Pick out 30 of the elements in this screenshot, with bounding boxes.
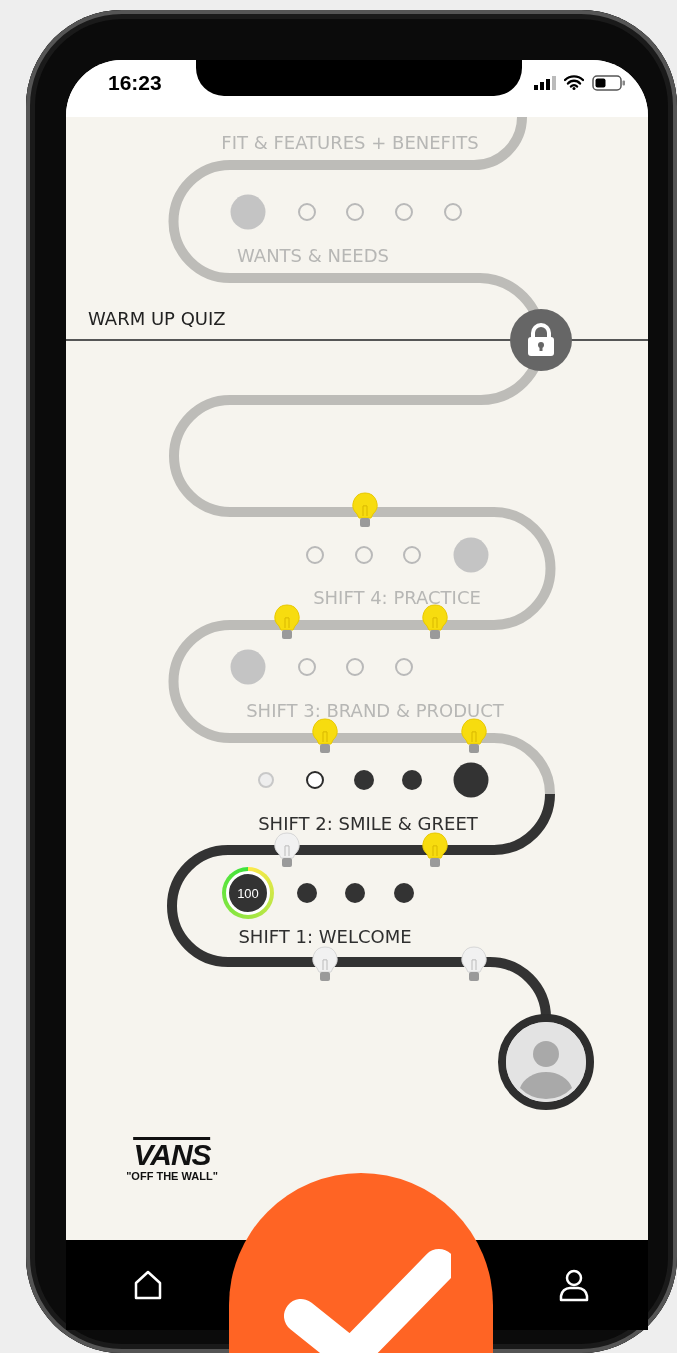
step-dot[interactable] (403, 546, 421, 564)
step-dot[interactable] (297, 883, 317, 903)
level-title[interactable]: SHIFT 2: SMILE & GREET (258, 812, 478, 836)
step-dot[interactable] (346, 203, 364, 221)
step-dot[interactable] (298, 203, 316, 221)
milestone-dot[interactable] (230, 649, 266, 685)
step-dot[interactable] (354, 770, 374, 790)
level-title[interactable]: SHIFT 1: WELCOME (238, 925, 412, 949)
status-time: 16:23 (108, 70, 162, 95)
quiz-label[interactable]: WARM UP QUIZ (88, 307, 226, 331)
step-dot[interactable] (306, 546, 324, 564)
brand-tagline: "OFF THE WALL" (126, 1170, 218, 1182)
step-dot[interactable] (395, 658, 413, 676)
step-dot[interactable] (306, 771, 324, 789)
wifi-icon (564, 75, 584, 90)
signal-icon (534, 75, 556, 90)
brand-logo-text: VANS (133, 1137, 211, 1170)
step-dot[interactable] (298, 658, 316, 676)
step-dot[interactable] (395, 203, 413, 221)
step-dot[interactable] (355, 546, 373, 564)
battery-icon (592, 74, 626, 91)
step-dot[interactable] (444, 203, 462, 221)
step-dot[interactable] (402, 770, 422, 790)
step-dot[interactable] (394, 883, 414, 903)
milestone-dot[interactable] (453, 537, 489, 573)
step-dot[interactable] (345, 883, 365, 903)
milestone-dot[interactable] (453, 762, 489, 798)
milestone-dot[interactable] (230, 194, 266, 230)
score-badge[interactable]: 100 (222, 867, 274, 919)
step-dot[interactable] (346, 658, 364, 676)
